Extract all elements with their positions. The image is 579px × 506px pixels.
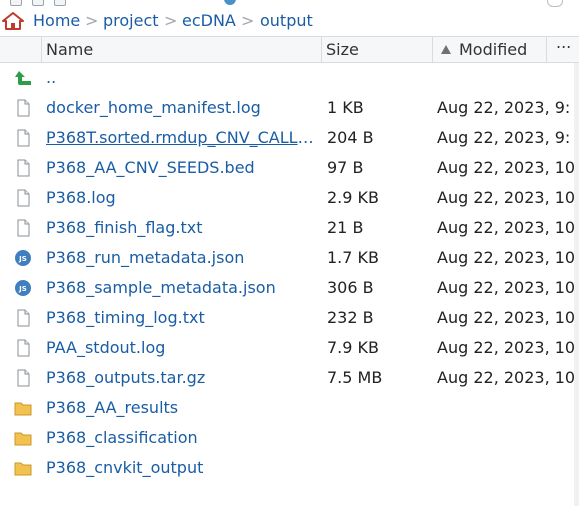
breadcrumb-separator: >	[85, 11, 99, 30]
file-size: 1.7 KB	[327, 248, 379, 267]
breadcrumb-output[interactable]: output	[260, 11, 313, 30]
file-name-link[interactable]: P368_run_metadata.json	[46, 248, 244, 267]
breadcrumb-separator: >	[241, 11, 255, 30]
file-size: 204 B	[327, 128, 374, 147]
file-row[interactable]: P368.log 2.9 KB Aug 22, 2023, 10	[0, 183, 579, 213]
file-size: 7.9 KB	[327, 338, 379, 357]
file-modified-date: Aug 22, 2023, 9:	[437, 128, 571, 147]
file-name-link[interactable]: docker_home_manifest.log	[46, 98, 261, 117]
file-name-link[interactable]: P368_timing_log.txt	[46, 308, 205, 327]
file-name-link[interactable]: P368_classification	[46, 428, 198, 447]
file-modified-date: Aug 22, 2023, 10	[437, 278, 576, 297]
upload-icon[interactable]	[54, 0, 66, 6]
file-modified-date: Aug 22, 2023, 10	[437, 308, 576, 327]
file-size: 97 B	[327, 158, 364, 177]
breadcrumb-home[interactable]: Home	[33, 11, 80, 30]
file-modified-date: Aug 22, 2023, 10	[437, 218, 576, 237]
folder-icon	[14, 429, 32, 447]
file-row[interactable]: P368_outputs.tar.gz 7.5 MB Aug 22, 2023, 1…	[0, 363, 579, 393]
svg-text:JS: JS	[18, 255, 27, 263]
file-size: 7.5 MB	[327, 368, 383, 387]
file-row[interactable]: JS P368_run_metadata.json 1.7 KB Aug 22, 20…	[0, 243, 579, 273]
toolbar-strip	[0, 0, 579, 8]
file-row[interactable]: PAA_stdout.log 7.9 KB Aug 22, 2023, 10	[0, 333, 579, 363]
breadcrumb-ecdna[interactable]: ecDNA	[182, 11, 236, 30]
json-icon: JS	[14, 279, 32, 297]
file-name-link[interactable]: P368_outputs.tar.gz	[46, 368, 205, 387]
column-header-modified[interactable]: Modified	[459, 37, 527, 63]
column-divider[interactable]	[432, 37, 433, 63]
column-divider[interactable]	[321, 37, 322, 63]
file-icon	[14, 369, 32, 387]
file-icon	[14, 129, 32, 147]
home-icon[interactable]	[2, 12, 24, 30]
file-icon	[14, 99, 32, 117]
file-name-link[interactable]: PAA_stdout.log	[46, 338, 165, 357]
file-modified-date: Aug 22, 2023, 10	[437, 248, 576, 267]
file-name-link[interactable]: P368_AA_CNV_SEEDS.bed	[46, 158, 255, 177]
file-row[interactable]: P368T.sorted.rmdup_CNV_CALLS.bed 204 B Aug…	[0, 123, 579, 153]
folder-icon	[14, 399, 32, 417]
file-icon	[14, 309, 32, 327]
file-modified-date: Aug 22, 2023, 10	[437, 338, 576, 357]
file-list-header: Name Size Modified ...	[0, 33, 579, 63]
window-control[interactable]	[547, 0, 563, 7]
new-file-icon[interactable]	[32, 0, 44, 6]
folder-row[interactable]: P368_classification	[0, 423, 579, 453]
file-name-link[interactable]: P368_finish_flag.txt	[46, 218, 202, 237]
file-name-link[interactable]: P368_sample_metadata.json	[46, 278, 276, 297]
column-header-size[interactable]: Size	[326, 37, 359, 63]
file-row[interactable]: P368_timing_log.txt 232 B Aug 22, 2023, 10	[0, 303, 579, 333]
file-size: 1 KB	[327, 98, 364, 117]
file-row[interactable]: JS P368_sample_metadata.json 306 B Aug 22, …	[0, 273, 579, 303]
new-folder-icon[interactable]	[10, 0, 22, 6]
file-icon	[14, 189, 32, 207]
column-header-name[interactable]: Name	[46, 37, 93, 63]
file-name-link[interactable]: P368T.sorted.rmdup_CNV_CALLS.bed	[46, 128, 322, 147]
file-size: 2.9 KB	[327, 188, 379, 207]
json-icon: JS	[14, 249, 32, 267]
scrollbar[interactable]	[574, 63, 579, 506]
file-modified-date: Aug 22, 2023, 10	[437, 188, 576, 207]
file-row[interactable]: P368_finish_flag.txt 21 B Aug 22, 2023, 10	[0, 213, 579, 243]
file-modified-date: Aug 22, 2023, 10	[437, 368, 576, 387]
file-size: 232 B	[327, 308, 374, 327]
file-icon	[14, 219, 32, 237]
file-size: 306 B	[327, 278, 374, 297]
gear-icon[interactable]	[224, 0, 236, 5]
svg-text:JS: JS	[18, 285, 27, 293]
file-modified-date: Aug 22, 2023, 10	[437, 158, 576, 177]
breadcrumb-separator: >	[164, 11, 178, 30]
column-divider[interactable]	[41, 37, 42, 63]
file-size: 21 B	[327, 218, 364, 237]
file-name-link[interactable]: P368_cnvkit_output	[46, 458, 203, 477]
file-modified-date: Aug 22, 2023, 9:	[437, 98, 571, 117]
file-row[interactable]: P368_AA_CNV_SEEDS.bed 97 B Aug 22, 2023, 1…	[0, 153, 579, 183]
folder-row[interactable]: P368_cnvkit_output	[0, 453, 579, 483]
folder-row[interactable]: P368_AA_results	[0, 393, 579, 423]
folder-icon	[14, 459, 32, 477]
sort-ascending-icon[interactable]	[441, 45, 451, 54]
parent-directory-row[interactable]: ..	[0, 63, 579, 93]
file-name-link[interactable]: ..	[46, 68, 56, 87]
file-name-link[interactable]: P368.log	[46, 188, 116, 207]
file-row[interactable]: docker_home_manifest.log 1 KB Aug 22, 2023…	[0, 93, 579, 123]
header-more-button[interactable]: ...	[556, 33, 571, 52]
file-icon	[14, 159, 32, 177]
breadcrumb: Home > project > ecDNA > output	[0, 8, 579, 34]
breadcrumb-project[interactable]: project	[103, 11, 159, 30]
column-divider[interactable]	[546, 37, 547, 63]
file-icon	[14, 339, 32, 357]
file-name-link[interactable]: P368_AA_results	[46, 398, 178, 417]
up-arrow-icon	[14, 69, 32, 87]
